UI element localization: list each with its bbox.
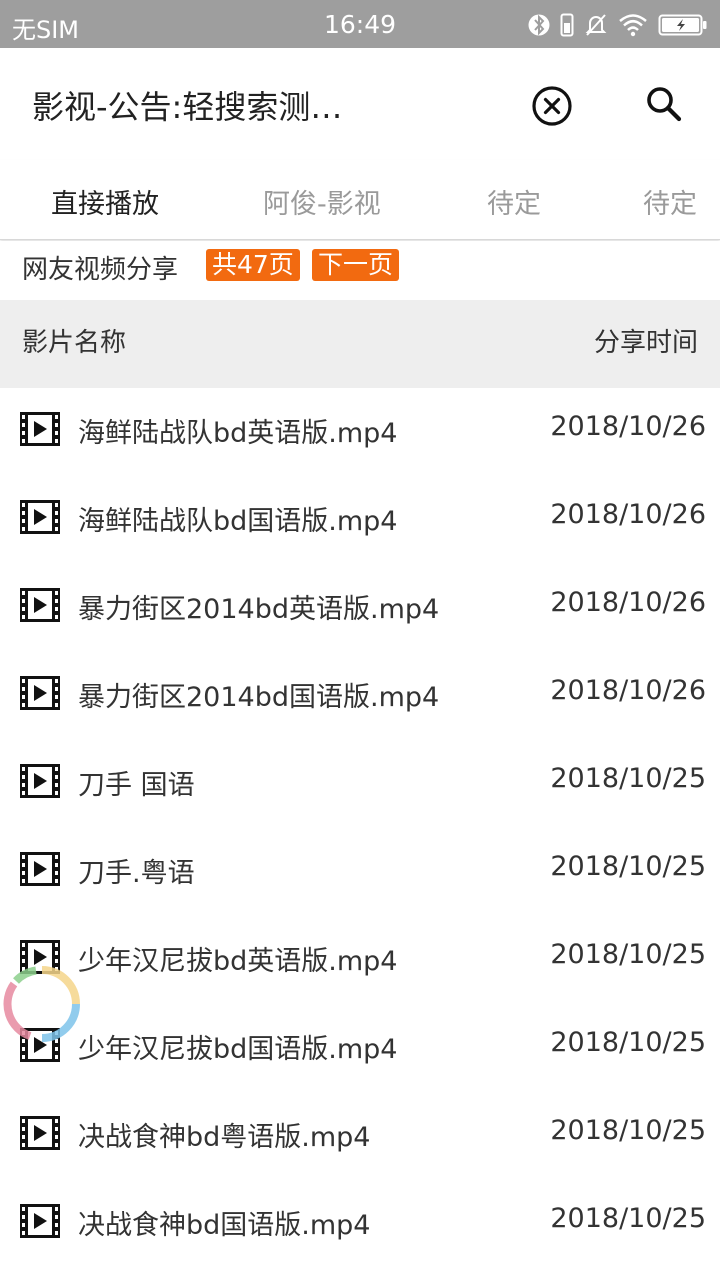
share-label: 网友视频分享	[22, 255, 179, 285]
wifi-icon	[618, 13, 648, 37]
share-date: 2018/10/25	[550, 1115, 706, 1146]
bluetooth-icon	[528, 12, 550, 38]
table-row[interactable]: 海鲜陆战队bd英语版.mp4 2018/10/26	[0, 388, 720, 476]
table-row[interactable]: 刀手 国语 2018/10/25	[0, 740, 720, 828]
share-bar: 网友视频分享 共47页 下一页	[0, 241, 720, 300]
tab-pending-2[interactable]: 待定	[643, 182, 697, 221]
video-name: 决战食神bd国语版.mp4	[78, 1210, 371, 1241]
tab-bar: 直接播放 阿俊-影视 待定 待定	[0, 160, 720, 240]
share-date: 2018/10/25	[550, 1203, 706, 1234]
page-title: 影视-公告:轻搜索测…	[32, 88, 343, 126]
table-row[interactable]: 决战食神bd国语版.mp4 2018/10/25	[0, 1180, 720, 1268]
table-row[interactable]: 暴力街区2014bd国语版.mp4 2018/10/26	[0, 652, 720, 740]
app-header: 影视-公告:轻搜索测…	[0, 48, 720, 160]
share-date: 2018/10/26	[550, 499, 706, 530]
video-name: 暴力街区2014bd国语版.mp4	[78, 682, 440, 713]
table-row[interactable]: 少年汉尼拔bd国语版.mp4 2018/10/25	[0, 1004, 720, 1092]
next-page-button[interactable]: 下一页	[312, 249, 400, 281]
video-file-icon	[20, 676, 60, 710]
video-file-icon	[20, 500, 60, 534]
video-file-icon	[20, 588, 60, 622]
share-date: 2018/10/26	[550, 675, 706, 706]
video-file-icon	[20, 764, 60, 798]
column-header-time: 分享时间	[593, 328, 698, 358]
share-date: 2018/10/25	[550, 763, 706, 794]
video-name: 少年汉尼拔bd英语版.mp4	[78, 946, 398, 977]
search-icon	[647, 87, 682, 122]
table-row[interactable]: 少年汉尼拔bd英语版.mp4 2018/10/25	[0, 916, 720, 1004]
share-date: 2018/10/25	[550, 851, 706, 882]
video-file-icon	[20, 852, 60, 886]
column-header-name: 影片名称	[22, 328, 127, 358]
video-list: 海鲜陆战队bd英语版.mp4 2018/10/26 海鲜陆战队bd国语版.mp4…	[0, 388, 720, 1268]
tab-direct-play[interactable]: 直接播放	[51, 182, 159, 221]
table-row[interactable]: 海鲜陆战队bd国语版.mp4 2018/10/26	[0, 476, 720, 564]
table-row[interactable]: 决战食神bd粤语版.mp4 2018/10/25	[0, 1092, 720, 1180]
share-date: 2018/10/25	[550, 1027, 706, 1058]
tab-pending-1[interactable]: 待定	[487, 182, 541, 221]
status-icons	[528, 11, 708, 39]
status-bar: 无SIM 16:49	[0, 0, 720, 48]
video-name: 海鲜陆战队bd英语版.mp4	[78, 418, 398, 449]
video-name: 决战食神bd粤语版.mp4	[78, 1122, 371, 1153]
clear-button[interactable]	[526, 80, 578, 132]
clear-circle-icon	[532, 86, 572, 126]
table-row[interactable]: 刀手.粤语 2018/10/25	[0, 828, 720, 916]
video-file-icon	[20, 412, 60, 446]
page-count-badge: 共47页	[206, 249, 300, 281]
loading-spinner-icon	[0, 962, 84, 1046]
video-name: 刀手.粤语	[78, 858, 195, 889]
table-header: 影片名称 分享时间	[0, 300, 720, 388]
vibrate-icon	[560, 13, 574, 37]
share-date: 2018/10/26	[550, 411, 706, 442]
video-name: 刀手 国语	[78, 770, 195, 801]
tab-ajun-video[interactable]: 阿俊-影视	[263, 182, 381, 221]
video-name: 暴力街区2014bd英语版.mp4	[78, 594, 440, 625]
share-date: 2018/10/26	[550, 587, 706, 618]
video-file-icon	[20, 1116, 60, 1150]
search-button[interactable]	[640, 80, 688, 128]
mute-bell-icon	[584, 13, 608, 37]
share-date: 2018/10/25	[550, 939, 706, 970]
table-row[interactable]: 暴力街区2014bd英语版.mp4 2018/10/26	[0, 564, 720, 652]
video-name: 海鲜陆战队bd国语版.mp4	[78, 506, 398, 537]
video-name: 少年汉尼拔bd国语版.mp4	[78, 1034, 398, 1065]
video-file-icon	[20, 1204, 60, 1238]
battery-charging-icon	[658, 13, 708, 37]
